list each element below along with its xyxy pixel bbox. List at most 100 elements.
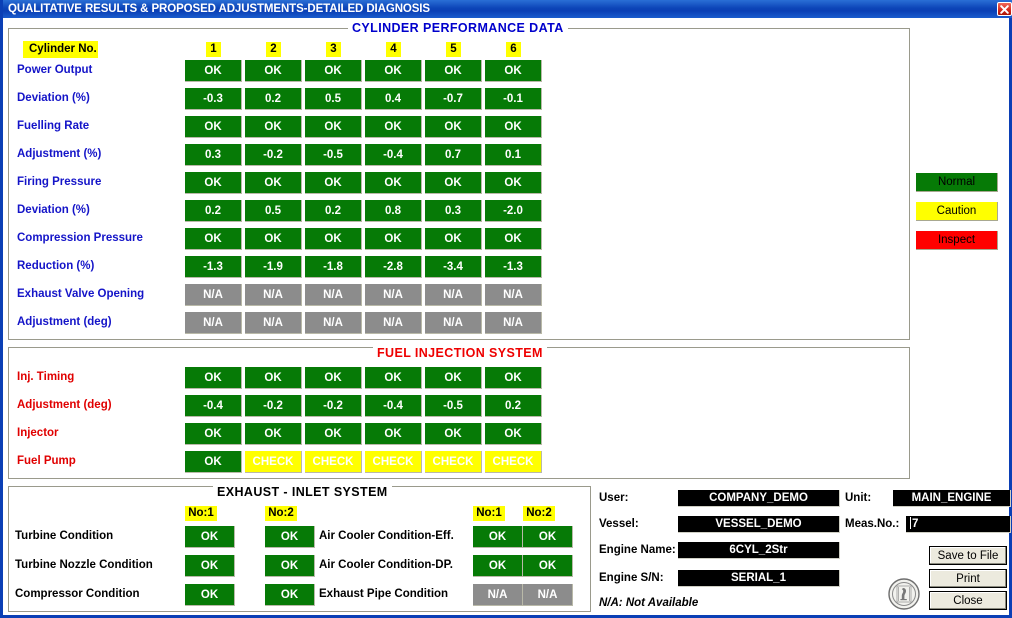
fuel-row-label-3: Fuel Pump [17, 455, 76, 467]
exhaust-right-row-label-1: Air Cooler Condition-DP. [319, 559, 453, 571]
fuel-cell-r1-c5: 0.2 [485, 395, 542, 417]
fuel-cell-r3-c1: CHECK [245, 451, 302, 473]
legend-item-caution: Caution [916, 202, 998, 221]
cylinder-cell-r5-c1: 0.5 [245, 200, 302, 222]
cylinder-cell-r2-c2: OK [305, 116, 362, 138]
print-button[interactable]: Print [929, 569, 1007, 588]
cylinder-column-header-1: 1 [206, 42, 221, 57]
cylinder-cell-r7-c2: -1.8 [305, 256, 362, 278]
cylinder-row-label-2: Fuelling Rate [17, 120, 90, 132]
exhaust-left-row-label-2: Compressor Condition [15, 588, 140, 600]
cylinder-cell-r7-c4: -3.4 [425, 256, 482, 278]
cylinder-cell-r1-c4: -0.7 [425, 88, 482, 110]
window-title: QUALITATIVE RESULTS & PROPOSED ADJUSTMEN… [8, 3, 430, 15]
cylinder-row-label-1: Deviation (%) [17, 92, 90, 104]
cylinder-cell-r7-c5: -1.3 [485, 256, 542, 278]
engine-sn-value: SERIAL_1 [678, 570, 840, 587]
cylinder-cell-r4-c0: OK [185, 172, 242, 194]
cylinder-row-label-8: Exhaust Valve Opening [17, 288, 145, 300]
cylinder-cell-r2-c5: OK [485, 116, 542, 138]
engine-name-label: Engine Name: [599, 544, 676, 556]
cylinder-cell-r0-c3: OK [365, 60, 422, 82]
fuel-cell-r1-c4: -0.5 [425, 395, 482, 417]
fuel-cell-r2-c3: OK [365, 423, 422, 445]
cylinder-cell-r9-c4: N/A [425, 312, 482, 334]
cylinder-cell-r0-c0: OK [185, 60, 242, 82]
cylinder-row-label-4: Firing Pressure [17, 176, 102, 188]
cylinder-cell-r1-c0: -0.3 [185, 88, 242, 110]
cylinder-cell-r8-c0: N/A [185, 284, 242, 306]
engine-sn-label: Engine S/N: [599, 572, 664, 584]
fuel-cell-r0-c0: OK [185, 367, 242, 389]
exhaust-right-cell-r2-c0: N/A [473, 584, 523, 606]
exhaust-right-cell-r1-c1: OK [523, 555, 573, 577]
cylinder-cell-r9-c2: N/A [305, 312, 362, 334]
cylinder-cell-r3-c3: -0.4 [365, 144, 422, 166]
fuel-row-label-1: Adjustment (deg) [17, 399, 112, 411]
save-to-file-button[interactable]: Save to File [929, 546, 1007, 565]
exhaust-left-header-1: No:2 [265, 506, 297, 521]
fuel-cell-r1-c1: -0.2 [245, 395, 302, 417]
cylinder-no-header: Cylinder No. [23, 41, 98, 58]
fuel-cell-r0-c4: OK [425, 367, 482, 389]
vessel-value: VESSEL_DEMO [678, 516, 840, 533]
fuel-cell-r3-c3: CHECK [365, 451, 422, 473]
legend-item-normal: Normal [916, 173, 998, 192]
fuel-cell-r1-c0: -0.4 [185, 395, 242, 417]
cylinder-cell-r6-c1: OK [245, 228, 302, 250]
user-value: COMPANY_DEMO [678, 490, 840, 507]
cylinder-cell-r1-c3: 0.4 [365, 88, 422, 110]
cylinder-cell-r0-c4: OK [425, 60, 482, 82]
exhaust-right-cell-r0-c0: OK [473, 526, 523, 548]
cylinder-cell-r9-c3: N/A [365, 312, 422, 334]
cylinder-cell-r8-c2: N/A [305, 284, 362, 306]
exhaust-left-header-0: No:1 [185, 506, 217, 521]
fuel-cell-r3-c2: CHECK [305, 451, 362, 473]
fuel-row-label-2: Injector [17, 427, 59, 439]
cylinder-cell-r4-c2: OK [305, 172, 362, 194]
fuel-cell-r3-c0: OK [185, 451, 242, 473]
cylinder-cell-r3-c4: 0.7 [425, 144, 482, 166]
window-titlebar: QUALITATIVE RESULTS & PROPOSED ADJUSTMEN… [3, 0, 1012, 18]
cylinder-column-header-5: 5 [446, 42, 461, 57]
cylinder-cell-r5-c3: 0.8 [365, 200, 422, 222]
cylinder-cell-r2-c3: OK [365, 116, 422, 138]
cylinder-cell-r8-c3: N/A [365, 284, 422, 306]
cylinder-cell-r0-c5: OK [485, 60, 542, 82]
fuel-row-label-0: Inj. Timing [17, 371, 75, 383]
close-button[interactable]: Close [929, 591, 1007, 610]
unit-value: MAIN_ENGINE [893, 490, 1011, 507]
cylinder-cell-r5-c5: -2.0 [485, 200, 542, 222]
cylinder-performance-title: CYLINDER PERFORMANCE DATA [348, 21, 568, 35]
unit-label: Unit: [845, 492, 872, 504]
cylinder-cell-r6-c5: OK [485, 228, 542, 250]
exhaust-inlet-title: EXHAUST - INLET SYSTEM [213, 485, 392, 499]
fuel-cell-r0-c1: OK [245, 367, 302, 389]
exhaust-right-header-0: No:1 [473, 506, 505, 521]
fuel-cell-r2-c1: OK [245, 423, 302, 445]
exhaust-left-cell-r2-c0: OK [185, 584, 235, 606]
fuel-cell-r3-c4: CHECK [425, 451, 482, 473]
exhaust-left-cell-r2-c1: OK [265, 584, 315, 606]
exhaust-right-cell-r2-c1: N/A [523, 584, 573, 606]
exhaust-left-cell-r1-c0: OK [185, 555, 235, 577]
cylinder-cell-r8-c5: N/A [485, 284, 542, 306]
cylinder-cell-r4-c1: OK [245, 172, 302, 194]
cylinder-cell-r0-c2: OK [305, 60, 362, 82]
cylinder-row-label-3: Adjustment (%) [17, 148, 102, 160]
dialog-window: QUALITATIVE RESULTS & PROPOSED ADJUSTMEN… [0, 0, 1012, 618]
exhaust-left-row-label-0: Turbine Condition [15, 530, 114, 542]
cylinder-row-label-9: Adjustment (deg) [17, 316, 112, 328]
cylinder-cell-r0-c1: OK [245, 60, 302, 82]
cylinder-cell-r4-c5: OK [485, 172, 542, 194]
vessel-label: Vessel: [599, 518, 639, 530]
cylinder-row-label-0: Power Output [17, 64, 93, 76]
exhaust-left-cell-r0-c1: OK [265, 526, 315, 548]
engine-name-value: 6CYL_2Str [678, 542, 840, 559]
close-icon[interactable] [997, 2, 1012, 16]
cylinder-cell-r5-c0: 0.2 [185, 200, 242, 222]
exhaust-right-cell-r1-c0: OK [473, 555, 523, 577]
cylinder-cell-r8-c1: N/A [245, 284, 302, 306]
meas-no-input[interactable]: 7 [906, 516, 1011, 533]
cylinder-cell-r1-c5: -0.1 [485, 88, 542, 110]
